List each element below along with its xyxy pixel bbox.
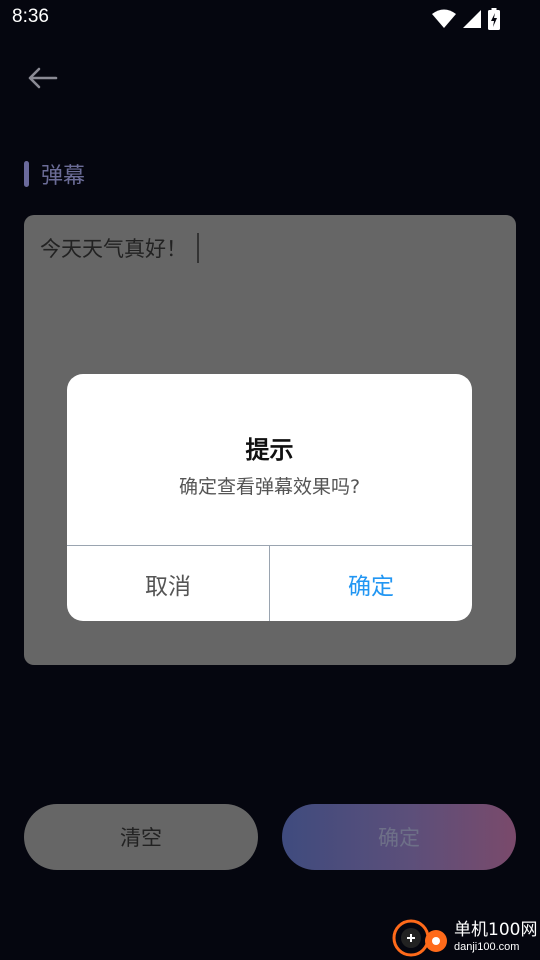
status-time: 8:36 <box>12 6 49 27</box>
text-caret <box>197 233 199 263</box>
wifi-icon <box>432 9 456 28</box>
back-button[interactable] <box>24 62 60 94</box>
dialog-ok-button[interactable]: 确定 <box>270 546 472 621</box>
dialog-title: 提示 <box>245 436 294 464</box>
section-accent-bar <box>24 161 29 187</box>
clear-button[interactable]: 清空 <box>24 804 258 870</box>
arrow-left-icon <box>28 67 58 89</box>
section-title: 弹幕 <box>41 164 86 189</box>
dialog-message: 确定查看弹幕效果吗? <box>178 476 361 498</box>
signal-icon <box>463 10 481 28</box>
editor-text: 今天天气真好！ <box>40 237 187 261</box>
watermark-sub-text: danji100.com <box>454 941 520 953</box>
battery-charging-icon <box>488 8 500 30</box>
status-bar: 8:36 <box>0 0 540 36</box>
dialog-cancel-button[interactable]: 取消 <box>67 546 269 621</box>
section-header: 弹幕 <box>24 160 86 189</box>
confirm-button[interactable]: 确定 <box>282 804 516 870</box>
watermark: 单机100网 danji100.com <box>392 914 540 960</box>
status-icons <box>432 8 500 30</box>
editor-content: 今天天气真好！ <box>40 233 199 263</box>
confirm-dialog: 提示 确定查看弹幕效果吗? 取消 确定 <box>67 374 472 621</box>
watermark-main-text: 单机100网 <box>454 920 538 940</box>
watermark-logo-icon <box>392 919 447 957</box>
